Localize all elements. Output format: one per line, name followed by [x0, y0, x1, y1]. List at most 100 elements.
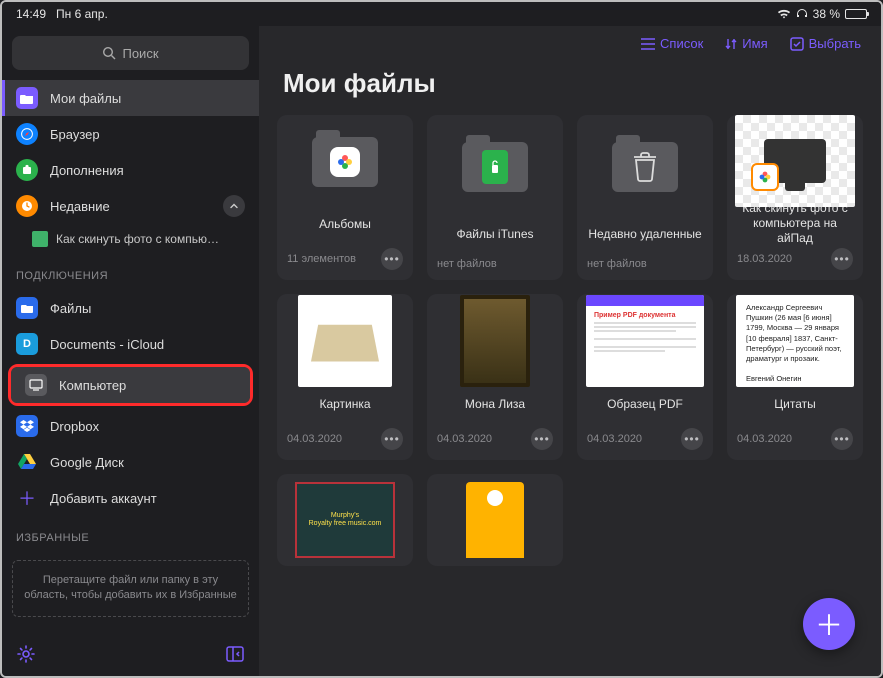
main-content: Список Имя Выбрать Мои файлы Альбомы 11 … — [259, 26, 881, 676]
files-grid: Альбомы 11 элементов ••• Файлы iTunes нет… — [259, 115, 881, 676]
sidebar-item-label: Dropbox — [50, 419, 99, 434]
status-time: 14:49 — [16, 7, 46, 21]
recent-file-label: Как скинуть фото с компью… — [56, 232, 219, 246]
zip-icon — [466, 482, 524, 558]
add-button[interactable]: ＋ — [803, 598, 855, 650]
folder-icon — [612, 142, 678, 192]
favorites-dropzone[interactable]: Перетащите файл или папку в эту область,… — [12, 560, 249, 617]
sidebar-item-computer[interactable]: Компьютер — [11, 367, 250, 403]
folder-icon — [16, 87, 38, 109]
file-card-archive[interactable] — [427, 474, 563, 566]
plus-icon: ＋ — [16, 487, 38, 509]
sidebar-item-label: Добавить аккаунт — [50, 491, 157, 506]
page-title: Мои файлы — [259, 62, 881, 115]
sidebar-item-label: Google Диск — [50, 455, 124, 470]
files-icon — [16, 297, 38, 319]
list-icon — [641, 38, 655, 50]
chevron-up-icon — [229, 201, 239, 211]
sidebar-item-browser[interactable]: Браузер — [2, 116, 259, 152]
status-date: Пн 6 апр. — [56, 7, 108, 21]
sidebar-item-google-drive[interactable]: Google Диск — [2, 444, 259, 480]
card-title: Картинка — [277, 388, 413, 420]
headphones-icon — [796, 8, 808, 20]
file-card-picture[interactable]: Картинка 04.03.2020 ••• — [277, 294, 413, 460]
toolbar: Список Имя Выбрать — [259, 26, 881, 62]
wifi-icon — [777, 9, 791, 19]
documents-icon: D — [16, 333, 38, 355]
more-button[interactable]: ••• — [831, 428, 853, 450]
settings-button[interactable] — [16, 644, 36, 664]
card-subtitle: 11 элементов — [287, 253, 356, 265]
image-thumbnail — [298, 295, 392, 387]
sidebar: Поиск Мои файлы Браузер Дополнения Недав… — [2, 26, 259, 676]
sidebar-item-label: Documents - iCloud — [50, 337, 164, 352]
recent-file-item[interactable]: Как скинуть фото с компью… — [2, 224, 259, 254]
sidebar-item-label: Файлы — [50, 301, 91, 316]
plus-icon: ＋ — [815, 604, 843, 644]
battery-icon — [845, 9, 867, 19]
card-title: Файлы iTunes — [427, 218, 563, 250]
folder-icon — [312, 137, 378, 187]
folder-card-albums[interactable]: Альбомы 11 элементов ••• — [277, 115, 413, 281]
card-title: Как скинуть фото с компьютера на айПад — [727, 207, 863, 241]
view-list-button[interactable]: Список — [641, 36, 703, 51]
file-card-quotes[interactable]: Александр Сергеевич Пушкин (26 мая [6 ию… — [727, 294, 863, 460]
clock-icon — [16, 195, 38, 217]
more-button[interactable]: ••• — [381, 428, 403, 450]
dropbox-icon — [16, 415, 38, 437]
sidebar-item-label: Мои файлы — [50, 91, 121, 106]
card-subtitle: 04.03.2020 — [287, 433, 342, 445]
more-button[interactable]: ••• — [381, 248, 403, 270]
check-square-icon — [790, 37, 804, 51]
sidebar-item-label: Компьютер — [59, 378, 126, 393]
sidebar-item-my-files[interactable]: Мои файлы — [2, 80, 259, 116]
search-placeholder: Поиск — [122, 46, 158, 61]
document-icon — [32, 231, 48, 247]
highlighted-annotation: Компьютер — [8, 364, 253, 406]
folder-card-trash[interactable]: Недавно удаленные нет файлов — [577, 115, 713, 281]
card-subtitle: 04.03.2020 — [587, 433, 642, 445]
card-subtitle: 04.03.2020 — [737, 433, 792, 445]
sidebar-item-dropbox[interactable]: Dropbox — [2, 408, 259, 444]
google-drive-icon — [16, 451, 38, 473]
card-title: Альбомы — [277, 208, 413, 240]
search-input[interactable]: Поиск — [12, 36, 249, 70]
puzzle-icon — [16, 159, 38, 181]
trash-icon — [632, 152, 658, 182]
compass-icon — [16, 123, 38, 145]
card-subtitle: нет файлов — [437, 258, 497, 270]
status-bar: 14:49 Пн 6 апр. 38 % — [2, 2, 881, 26]
more-button[interactable]: ••• — [681, 428, 703, 450]
folder-card-itunes[interactable]: Файлы iTunes нет файлов — [427, 115, 563, 281]
image-thumbnail — [460, 295, 530, 387]
collapse-button[interactable] — [223, 195, 245, 217]
file-card-mona-lisa[interactable]: Мона Лиза 04.03.2020••• — [427, 294, 563, 460]
sidebar-item-files[interactable]: Файлы — [2, 290, 259, 326]
collapse-sidebar-button[interactable] — [225, 644, 245, 664]
image-thumbnail: Murphy's Royalty free music.com — [295, 482, 395, 558]
sidebar-item-label: Недавние — [50, 199, 110, 214]
sidebar-item-label: Дополнения — [50, 163, 124, 178]
photos-icon — [336, 153, 354, 171]
sidebar-item-documents-icloud[interactable]: D Documents - iCloud — [2, 326, 259, 362]
folder-icon — [462, 142, 528, 192]
more-button[interactable]: ••• — [531, 428, 553, 450]
sidebar-item-addons[interactable]: Дополнения — [2, 152, 259, 188]
sort-name-button[interactable]: Имя — [725, 36, 767, 51]
card-title: Недавно удаленные — [577, 218, 713, 250]
text-thumbnail: Александр Сергеевич Пушкин (26 мая [6 ию… — [736, 295, 854, 387]
file-card-pdf-sample[interactable]: Пример PDF документа Образец PDF 04.03.2… — [577, 294, 713, 460]
more-button[interactable]: ••• — [831, 248, 853, 270]
sidebar-item-add-account[interactable]: ＋ Добавить аккаунт — [2, 480, 259, 516]
select-button[interactable]: Выбрать — [790, 36, 861, 51]
collapse-panel-icon — [225, 644, 245, 664]
sidebar-item-recent[interactable]: Недавние — [2, 188, 259, 224]
computer-icon — [25, 374, 47, 396]
image-thumbnail — [735, 115, 855, 207]
card-subtitle: нет файлов — [587, 258, 647, 270]
file-card-music[interactable]: Murphy's Royalty free music.com — [277, 474, 413, 566]
file-card-screenshot[interactable]: Как скинуть фото с компьютера на айПад 1… — [727, 115, 863, 281]
sidebar-item-label: Браузер — [50, 127, 100, 142]
battery-percent: 38 % — [813, 7, 840, 21]
pdf-thumbnail: Пример PDF документа — [586, 295, 704, 387]
